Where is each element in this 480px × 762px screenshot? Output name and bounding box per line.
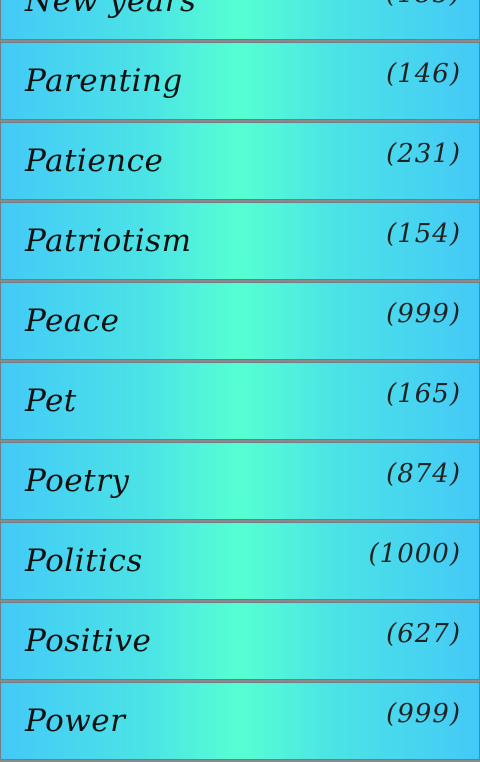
category-row-power[interactable]: Power (999) [0, 682, 480, 760]
category-label: Patriotism [25, 223, 192, 259]
category-count: (999) [386, 299, 461, 329]
category-label: Politics [25, 543, 143, 579]
category-row-peace[interactable]: Peace (999) [0, 282, 480, 360]
category-label: Parenting [25, 63, 183, 99]
category-label: Pet [25, 383, 77, 419]
category-row-parenting[interactable]: Parenting (146) [0, 42, 480, 120]
category-list: New years (185) Parenting (146) Patience… [0, 0, 480, 762]
category-count: (999) [386, 699, 461, 729]
category-count: (185) [386, 0, 461, 9]
category-count: (165) [386, 379, 461, 409]
category-label: New years [25, 0, 197, 19]
category-count: (146) [386, 59, 461, 89]
category-label: Power [25, 703, 126, 739]
category-count: (231) [386, 139, 461, 169]
category-label: Poetry [25, 463, 130, 499]
category-row-pet[interactable]: Pet (165) [0, 362, 480, 440]
category-row-poetry[interactable]: Poetry (874) [0, 442, 480, 520]
category-row-patriotism[interactable]: Patriotism (154) [0, 202, 480, 280]
category-label: Patience [25, 143, 164, 179]
category-label: Positive [25, 623, 152, 659]
category-row-politics[interactable]: Politics (1000) [0, 522, 480, 600]
category-row-patience[interactable]: Patience (231) [0, 122, 480, 200]
category-count: (1000) [368, 539, 461, 569]
category-row-positive[interactable]: Positive (627) [0, 602, 480, 680]
category-count: (874) [386, 459, 461, 489]
category-count: (154) [386, 219, 461, 249]
category-count: (627) [386, 619, 461, 649]
category-label: Peace [25, 303, 120, 339]
category-row-new-years[interactable]: New years (185) [0, 0, 480, 40]
